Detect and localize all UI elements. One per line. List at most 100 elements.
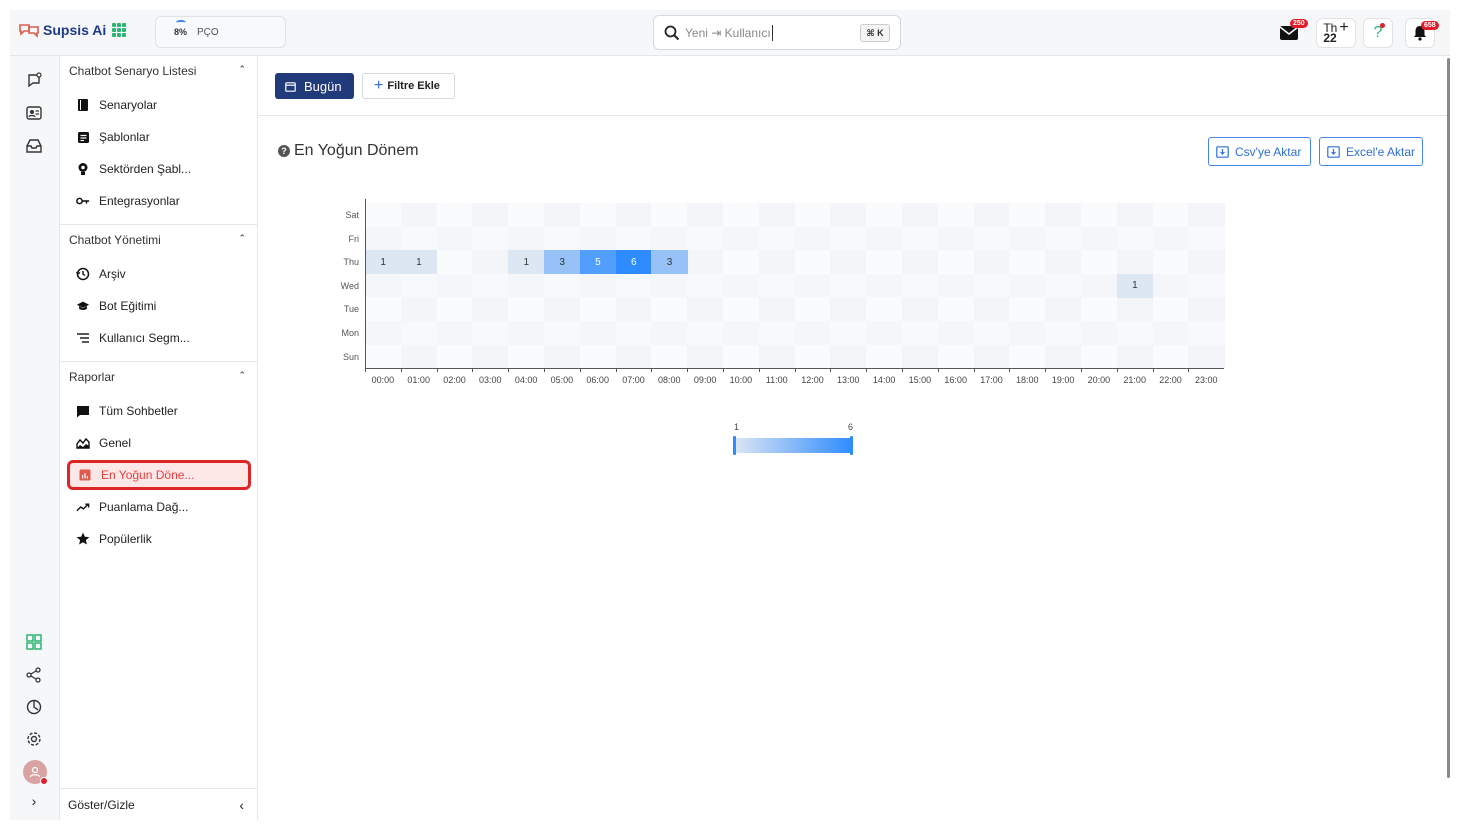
heatmap-cell[interactable] xyxy=(436,250,473,275)
sidebar-item-archive[interactable]: Arşiv xyxy=(68,260,250,288)
heatmap-cell[interactable] xyxy=(937,250,975,275)
calendar-date-button[interactable]: Th + 22 xyxy=(1316,18,1356,48)
heatmap-cell[interactable] xyxy=(365,344,402,369)
heatmap-cell[interactable] xyxy=(436,344,473,369)
settings-rail-icon[interactable] xyxy=(24,729,44,749)
heatmap-cell[interactable] xyxy=(472,321,509,346)
heatmap-cell[interactable] xyxy=(758,297,796,322)
heatmap-cell[interactable] xyxy=(1045,250,1082,275)
heatmap-value-cell[interactable]: 1 xyxy=(365,250,402,275)
heatmap-cell[interactable] xyxy=(472,344,509,369)
heatmap-cell[interactable] xyxy=(1116,203,1154,228)
heatmap-cell[interactable] xyxy=(1009,297,1046,322)
heatmap-cell[interactable] xyxy=(1152,203,1189,228)
heatmap-cell[interactable] xyxy=(436,203,473,228)
brand-logo[interactable]: Supsis Ai xyxy=(18,22,106,38)
legend-min-handle[interactable] xyxy=(733,436,736,455)
heatmap-cell[interactable] xyxy=(651,203,688,228)
heatmap-value-cell[interactable]: 6 xyxy=(615,250,652,275)
heatmap-cell[interactable] xyxy=(937,273,975,298)
heatmap-cell[interactable] xyxy=(472,226,509,251)
heatmap-cell[interactable] xyxy=(830,344,867,369)
heatmap-cell[interactable] xyxy=(1045,344,1082,369)
heatmap-cell[interactable] xyxy=(794,273,831,298)
heatmap-cell[interactable] xyxy=(758,226,796,251)
share-rail-icon[interactable] xyxy=(24,665,44,685)
notifications-button[interactable]: 658 xyxy=(1405,18,1439,48)
heatmap-cell[interactable] xyxy=(1116,297,1154,322)
heatmap-cell[interactable] xyxy=(1081,250,1118,275)
heatmap-cell[interactable] xyxy=(1188,344,1225,369)
heatmap-cell[interactable] xyxy=(687,226,724,251)
sidebar-item-scenarios[interactable]: Senaryolar xyxy=(68,91,250,119)
heatmap-cell[interactable] xyxy=(1009,203,1046,228)
heatmap-cell[interactable] xyxy=(687,321,724,346)
help-circle-icon[interactable]: ? xyxy=(278,145,290,157)
heatmap-cell[interactable] xyxy=(1152,226,1189,251)
heatmap-cell[interactable] xyxy=(1116,250,1154,275)
chat-rail-icon[interactable] xyxy=(24,70,44,90)
heatmap-cell[interactable] xyxy=(615,203,652,228)
heatmap-cell[interactable] xyxy=(1152,273,1189,298)
heatmap-cell[interactable] xyxy=(866,297,903,322)
sidebar-item-popularity[interactable]: Popülerlik xyxy=(68,525,250,553)
heatmap-cell[interactable] xyxy=(1188,321,1225,346)
heatmap-cell[interactable] xyxy=(1009,273,1046,298)
heatmap-cell[interactable] xyxy=(794,203,831,228)
heatmap-cell[interactable] xyxy=(830,203,867,228)
heatmap-cell[interactable] xyxy=(1116,321,1154,346)
heatmap-cell[interactable] xyxy=(508,226,545,251)
heatmap-cell[interactable] xyxy=(544,321,581,346)
heatmap-cell[interactable] xyxy=(365,226,402,251)
heatmap-cell[interactable] xyxy=(866,344,903,369)
heatmap-cell[interactable] xyxy=(758,250,796,275)
expand-rail-icon[interactable]: › xyxy=(24,791,44,811)
heatmap-cell[interactable] xyxy=(794,321,831,346)
heatmap-cell[interactable] xyxy=(508,321,545,346)
heatmap-cell[interactable] xyxy=(615,297,652,322)
heatmap-cell[interactable] xyxy=(1152,321,1189,346)
heatmap-cell[interactable] xyxy=(687,250,724,275)
heatmap-cell[interactable] xyxy=(866,226,903,251)
heatmap-cell[interactable] xyxy=(866,273,903,298)
heatmap-cell[interactable] xyxy=(365,297,402,322)
heatmap-cell[interactable] xyxy=(687,344,724,369)
heatmap-cell[interactable] xyxy=(365,321,402,346)
heatmap-cell[interactable] xyxy=(866,321,903,346)
heatmap-cell[interactable] xyxy=(651,226,688,251)
heatmap-cell[interactable] xyxy=(687,273,724,298)
heatmap-cell[interactable] xyxy=(400,297,438,322)
heatmap-cell[interactable] xyxy=(615,273,652,298)
heatmap-cell[interactable] xyxy=(902,203,939,228)
heatmap-cell[interactable] xyxy=(615,226,652,251)
heatmap-cell[interactable] xyxy=(1009,344,1046,369)
heatmap-cell[interactable] xyxy=(544,203,581,228)
heatmap-cell[interactable] xyxy=(973,344,1010,369)
today-button[interactable]: Bugün xyxy=(275,73,354,99)
vertical-scrollbar[interactable] xyxy=(1447,58,1450,778)
heatmap-cell[interactable] xyxy=(472,297,509,322)
heatmap-cell[interactable] xyxy=(973,203,1010,228)
heatmap-cell[interactable] xyxy=(973,250,1010,275)
heatmap-cell[interactable] xyxy=(866,203,903,228)
heatmap-cell[interactable] xyxy=(830,297,867,322)
workspace-selector[interactable]: 8% PÇO xyxy=(155,16,286,48)
heatmap-value-cell[interactable]: 3 xyxy=(544,250,581,275)
heatmap-cell[interactable] xyxy=(902,226,939,251)
heatmap-cell[interactable] xyxy=(687,203,724,228)
heatmap-value-cell[interactable]: 1 xyxy=(508,250,545,275)
heatmap-cell[interactable] xyxy=(902,273,939,298)
heatmap-cell[interactable] xyxy=(687,297,724,322)
reports-rail-icon[interactable] xyxy=(24,697,44,717)
heatmap-cell[interactable] xyxy=(1081,203,1118,228)
heatmap-value-cell[interactable]: 5 xyxy=(579,250,617,275)
heatmap-cell[interactable] xyxy=(544,297,581,322)
heatmap-cell[interactable] xyxy=(508,273,545,298)
sidebar-item-busiest-period[interactable]: En Yoğun Döne... xyxy=(67,460,251,490)
heatmap-cell[interactable] xyxy=(1188,273,1225,298)
heatmap-cell[interactable] xyxy=(723,321,760,346)
heatmap-cell[interactable] xyxy=(579,344,617,369)
heatmap-cell[interactable] xyxy=(365,203,402,228)
heatmap-cell[interactable] xyxy=(1116,344,1154,369)
heatmap-cell[interactable] xyxy=(436,226,473,251)
